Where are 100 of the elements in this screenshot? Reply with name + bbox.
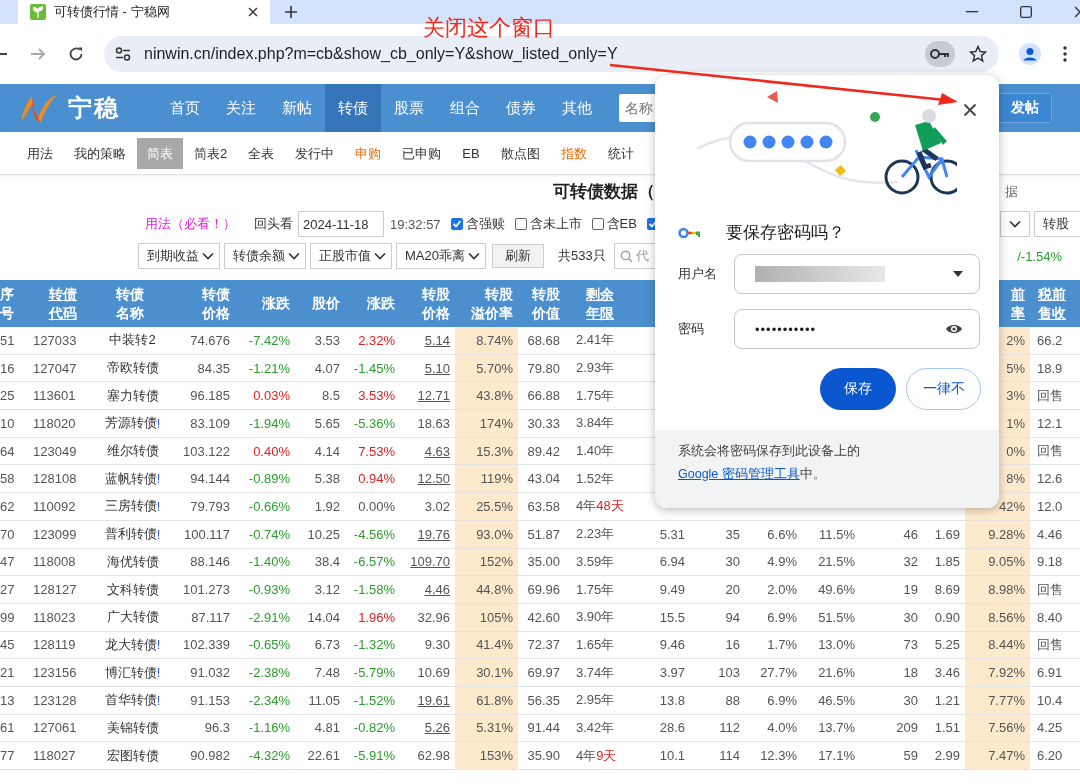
- never-button[interactable]: 一律不: [906, 368, 981, 410]
- dropdown[interactable]: 到期收益: [138, 243, 220, 269]
- eye-icon[interactable]: [945, 323, 963, 335]
- table-cell-text: 77: [0, 747, 16, 766]
- checkbox[interactable]: [591, 218, 604, 230]
- site-info-icon[interactable]: [114, 46, 132, 62]
- reload-icon[interactable]: [68, 46, 84, 62]
- table-cell[interactable]: 19.76: [417, 526, 450, 542]
- username-field[interactable]: [734, 254, 980, 294]
- table-cell-text: 35.00: [526, 553, 561, 572]
- table-cell[interactable]: 文科转债: [100, 576, 165, 603]
- history-link[interactable]: 据: [1005, 182, 1018, 201]
- table-cell-text: 127061: [32, 719, 78, 738]
- subnav-item[interactable]: EB: [452, 137, 490, 169]
- dropdown[interactable]: 转股: [1034, 211, 1080, 237]
- table-cell[interactable]: 塞力转债: [100, 382, 165, 410]
- table-cell-text: 13.8: [658, 691, 686, 710]
- table-cell-text: 回售: [1036, 386, 1064, 405]
- table-cell: 7.47%: [965, 742, 1030, 769]
- subnav-item[interactable]: 全表: [238, 137, 285, 169]
- new-tab-icon[interactable]: [284, 5, 298, 19]
- table-cell-text: -1.52%: [352, 691, 396, 710]
- table-cell-text: 8.40: [1036, 608, 1064, 627]
- table-cell[interactable]: 19.61: [417, 692, 450, 708]
- table-cell-text: 84.35: [196, 359, 231, 378]
- table-cell[interactable]: 维尔转债: [100, 437, 165, 465]
- table-cell[interactable]: 4.46: [424, 582, 450, 598]
- table-cell[interactable]: 龙大转债!: [100, 631, 165, 659]
- table-cell[interactable]: 帝欧转债: [100, 354, 165, 382]
- subnav-item[interactable]: 我的策略: [64, 137, 136, 169]
- table-cell[interactable]: 5.26: [424, 720, 450, 736]
- post-button[interactable]: 发帖: [998, 93, 1052, 123]
- minimize-icon[interactable]: [966, 11, 978, 13]
- table-cell-text: 回售: [1036, 580, 1064, 599]
- table-cell-text: 30.33: [526, 414, 561, 433]
- table-cell[interactable]: 普利转债!: [100, 520, 165, 548]
- table-cell[interactable]: 美锦转债: [100, 714, 165, 742]
- table-cell-text: 89.42: [526, 442, 561, 461]
- checkbox[interactable]: [450, 218, 463, 230]
- subnav-item[interactable]: 统计: [597, 137, 644, 169]
- table-cell[interactable]: 首华转债!: [100, 686, 165, 714]
- table-cell-text: -0.74%: [247, 525, 291, 544]
- table-cell[interactable]: 5.14: [424, 332, 450, 348]
- subnav-item[interactable]: 已申购: [392, 137, 452, 169]
- password-field[interactable]: •••••••••••: [734, 309, 980, 349]
- refresh-button[interactable]: 刷新: [491, 244, 544, 268]
- profile-avatar-icon[interactable]: [1019, 43, 1041, 65]
- table-cell[interactable]: 芳源转债!: [100, 410, 165, 437]
- table-cell[interactable]: 宏图转债: [100, 742, 165, 769]
- table-cell-text: 69.96: [526, 581, 561, 600]
- table-cell[interactable]: 蓝帆转债!: [100, 465, 165, 493]
- table-cell-text: 79.793: [189, 497, 231, 516]
- table-cell-text: 10.4: [1036, 691, 1064, 710]
- table-cell[interactable]: 109.70: [410, 554, 450, 570]
- star-icon[interactable]: [969, 45, 987, 63]
- table-cell[interactable]: 5.10: [424, 360, 450, 376]
- subnav-item[interactable]: 用法: [17, 137, 63, 169]
- table-cell: 105%: [455, 603, 518, 631]
- table-cell[interactable]: 中装转2: [100, 327, 165, 354]
- table-cell-text: 6.9%: [766, 691, 798, 710]
- subnav-item[interactable]: 散点图: [490, 137, 550, 169]
- browser-tab[interactable]: 可转债行情 - 宁稳网: [18, 0, 270, 24]
- dropdown[interactable]: 转债余额: [224, 243, 306, 269]
- dropdown-caret-icon[interactable]: [953, 271, 963, 277]
- dropdown[interactable]: MA20乖离: [396, 243, 486, 269]
- table-cell-text: 103: [717, 664, 741, 683]
- table-cell-text: 21.6%: [817, 664, 856, 683]
- count-text: 共533只: [557, 247, 606, 265]
- dropdown[interactable]: 正股市值: [310, 243, 392, 269]
- table-cell[interactable]: 三房转债!: [100, 493, 165, 520]
- subnav-item[interactable]: 简表2: [184, 137, 238, 169]
- table-cell[interactable]: 12.50: [417, 471, 450, 487]
- table-cell-text: 2.0%: [766, 581, 798, 600]
- usage-link[interactable]: 用法（必看！）: [145, 215, 236, 233]
- table-cell-text: -5.91%: [352, 747, 396, 766]
- close-icon[interactable]: [248, 7, 258, 17]
- table-cell[interactable]: 博汇转债!: [100, 659, 165, 686]
- table-cell[interactable]: 4.63: [424, 443, 450, 459]
- table-cell-text: 90.982: [189, 747, 231, 766]
- checkbox-label: 含EB: [606, 215, 637, 233]
- key-icon[interactable]: [925, 41, 955, 67]
- dropdown[interactable]: [1000, 211, 1030, 237]
- save-button[interactable]: 保存: [820, 368, 896, 410]
- table-cell: 152%: [455, 548, 518, 576]
- table-cell-text: 16: [0, 359, 16, 378]
- table-cell-text: 13.7%: [817, 719, 856, 738]
- nav-item[interactable]: 转债: [325, 84, 381, 132]
- table-cell[interactable]: 广大转债: [100, 603, 165, 631]
- menu-icon[interactable]: [1063, 46, 1067, 62]
- table-cell-text: 3.12: [313, 581, 341, 600]
- column-header: 序 号: [0, 284, 15, 323]
- checkbox[interactable]: [514, 218, 527, 230]
- table-cell-text: 51.87: [526, 525, 561, 544]
- subnav-item[interactable]: 发行中: [285, 137, 345, 169]
- table-cell[interactable]: 12.71: [417, 388, 450, 404]
- table-cell-text: 25: [0, 387, 16, 406]
- table-cell[interactable]: 海优转债: [100, 548, 165, 576]
- date-field[interactable]: 2024-11-18: [298, 211, 384, 237]
- maximize-icon[interactable]: [1020, 6, 1032, 18]
- password-manager-link[interactable]: Google 密码管理工具: [678, 467, 800, 481]
